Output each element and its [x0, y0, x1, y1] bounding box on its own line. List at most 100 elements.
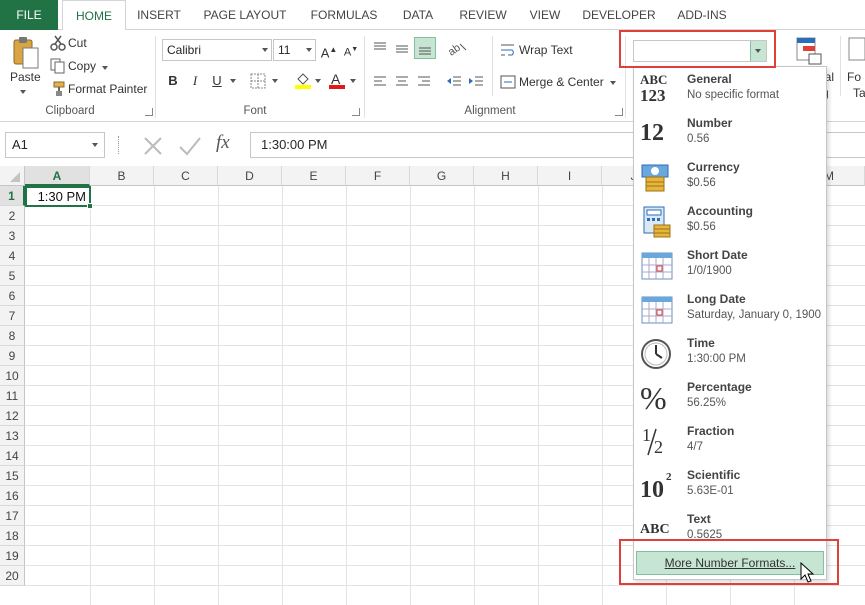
font-launcher-icon[interactable] — [352, 108, 360, 116]
gridline — [538, 186, 539, 605]
column-header-b[interactable]: B — [90, 166, 154, 186]
align-left-icon[interactable] — [372, 74, 388, 93]
row-header-1[interactable]: 1 — [0, 186, 25, 206]
cell-a1[interactable]: 1:30 PM — [25, 186, 91, 207]
wrap-text-button[interactable]: Wrap Text — [519, 43, 573, 57]
bold-icon[interactable]: B — [162, 70, 184, 92]
fill-handle[interactable] — [87, 203, 93, 209]
font-color-dropdown-icon[interactable] — [350, 79, 356, 83]
increase-indent-icon[interactable] — [468, 74, 484, 93]
format-as-table-icon[interactable] — [848, 36, 865, 69]
italic-icon[interactable]: I — [184, 70, 206, 92]
font-group-label: Font — [220, 105, 290, 117]
row-header-16[interactable]: 16 — [0, 486, 25, 506]
tab-home[interactable]: HOME — [62, 0, 126, 31]
tab-insert[interactable]: INSERT — [130, 0, 188, 30]
fill-dropdown-icon[interactable] — [315, 79, 321, 83]
row-header-6[interactable]: 6 — [0, 286, 25, 306]
tab-formulas[interactable]: FORMULAS — [302, 0, 386, 30]
menu-item-fraction[interactable]: 1 2 Fraction 4/7 — [634, 419, 826, 463]
tab-add-ins[interactable]: ADD-INS — [670, 0, 734, 30]
underline-dropdown-icon[interactable] — [230, 79, 236, 83]
row-header-12[interactable]: 12 — [0, 406, 25, 426]
column-header-e[interactable]: E — [282, 166, 346, 186]
cut-button[interactable]: Cut — [68, 36, 87, 50]
paste-dropdown-icon[interactable] — [20, 90, 26, 94]
menu-item-long-date[interactable]: Long Date Saturday, January 0, 1900 — [634, 287, 826, 331]
row-header-7[interactable]: 7 — [0, 306, 25, 326]
font-name-value: Calibri — [167, 43, 201, 57]
font-color-icon[interactable]: A — [328, 71, 346, 92]
menu-item-short-date[interactable]: Short Date 1/0/1900 — [634, 243, 826, 287]
decrease-font-icon[interactable]: A▼ — [340, 39, 362, 61]
menu-item-currency[interactable]: Currency $0.56 — [634, 155, 826, 199]
column-header-g[interactable]: G — [410, 166, 474, 186]
row-header-11[interactable]: 11 — [0, 386, 25, 406]
tab-file[interactable]: FILE — [0, 0, 58, 30]
merge-center-button[interactable]: Merge & Center — [519, 75, 604, 89]
tab-data[interactable]: DATA — [394, 0, 442, 30]
row-header-4[interactable]: 4 — [0, 246, 25, 266]
font-name-select[interactable]: Calibri — [162, 39, 272, 61]
copy-button[interactable]: Copy — [68, 59, 96, 73]
paste-button[interactable]: Paste — [10, 70, 41, 84]
tab-developer[interactable]: DEVELOPER — [578, 0, 660, 30]
row-header-10[interactable]: 10 — [0, 366, 25, 386]
borders-dropdown-icon[interactable] — [272, 79, 278, 83]
increase-font-icon[interactable]: A▲ — [318, 39, 340, 61]
align-middle-icon[interactable] — [394, 40, 410, 59]
row-header-14[interactable]: 14 — [0, 446, 25, 466]
alignment-launcher-icon[interactable] — [615, 108, 623, 116]
fill-color-icon[interactable] — [294, 71, 312, 92]
menu-item-scientific[interactable]: 10 2 Scientific 5.63E-01 — [634, 463, 826, 507]
row-header-5[interactable]: 5 — [0, 266, 25, 286]
menu-item-number[interactable]: 12 Number 0.56 — [634, 111, 826, 155]
align-right-icon[interactable] — [416, 74, 432, 93]
name-box[interactable]: A1 — [5, 132, 105, 158]
borders-icon[interactable] — [250, 73, 266, 92]
row-header-20[interactable]: 20 — [0, 566, 25, 586]
row-header-18[interactable]: 18 — [0, 526, 25, 546]
menu-item-percentage[interactable]: % Percentage 56.25% — [634, 375, 826, 419]
row-header-3[interactable]: 3 — [0, 226, 25, 246]
paste-icon[interactable] — [10, 36, 40, 70]
menu-item-title: Scientific — [687, 468, 740, 482]
name-box-value: A1 — [12, 137, 28, 152]
orientation-icon[interactable]: ab — [446, 40, 468, 59]
merge-dropdown-icon[interactable] — [610, 81, 616, 85]
underline-icon[interactable]: U — [206, 70, 228, 92]
column-header-d[interactable]: D — [218, 166, 282, 186]
align-center-icon[interactable] — [394, 74, 410, 93]
insert-function-icon[interactable]: fx — [216, 132, 230, 154]
tab-view[interactable]: VIEW — [522, 0, 568, 30]
row-header-13[interactable]: 13 — [0, 426, 25, 446]
cancel-icon[interactable] — [142, 136, 164, 159]
font-size-select[interactable]: 11 — [273, 39, 316, 61]
menu-item-title: Accounting — [687, 204, 753, 218]
row-header-19[interactable]: 19 — [0, 546, 25, 566]
enter-icon[interactable] — [178, 136, 202, 159]
tab-review[interactable]: REVIEW — [452, 0, 514, 30]
menu-item-time[interactable]: Time 1:30:00 PM — [634, 331, 826, 375]
conditional-formatting-icon[interactable] — [795, 36, 823, 69]
menu-item-general[interactable]: ABC 123 General No specific format — [634, 67, 826, 111]
menu-item-accounting[interactable]: Accounting $0.56 — [634, 199, 826, 243]
column-header-a[interactable]: A — [25, 166, 90, 186]
align-top-icon[interactable] — [372, 40, 388, 59]
row-header-9[interactable]: 9 — [0, 346, 25, 366]
column-header-i[interactable]: I — [538, 166, 602, 186]
tab-page-layout[interactable]: PAGE LAYOUT — [196, 0, 294, 30]
row-header-2[interactable]: 2 — [0, 206, 25, 226]
column-header-h[interactable]: H — [474, 166, 538, 186]
column-header-c[interactable]: C — [154, 166, 218, 186]
format-painter-button[interactable]: Format Painter — [68, 82, 147, 96]
column-header-f[interactable]: F — [346, 166, 410, 186]
align-bottom-icon[interactable] — [414, 37, 436, 59]
select-all-corner[interactable] — [0, 166, 25, 186]
decrease-indent-icon[interactable] — [446, 74, 462, 93]
clipboard-launcher-icon[interactable] — [145, 108, 153, 116]
row-header-15[interactable]: 15 — [0, 466, 25, 486]
row-header-17[interactable]: 17 — [0, 506, 25, 526]
row-header-8[interactable]: 8 — [0, 326, 25, 346]
copy-dropdown-icon[interactable] — [102, 66, 108, 70]
